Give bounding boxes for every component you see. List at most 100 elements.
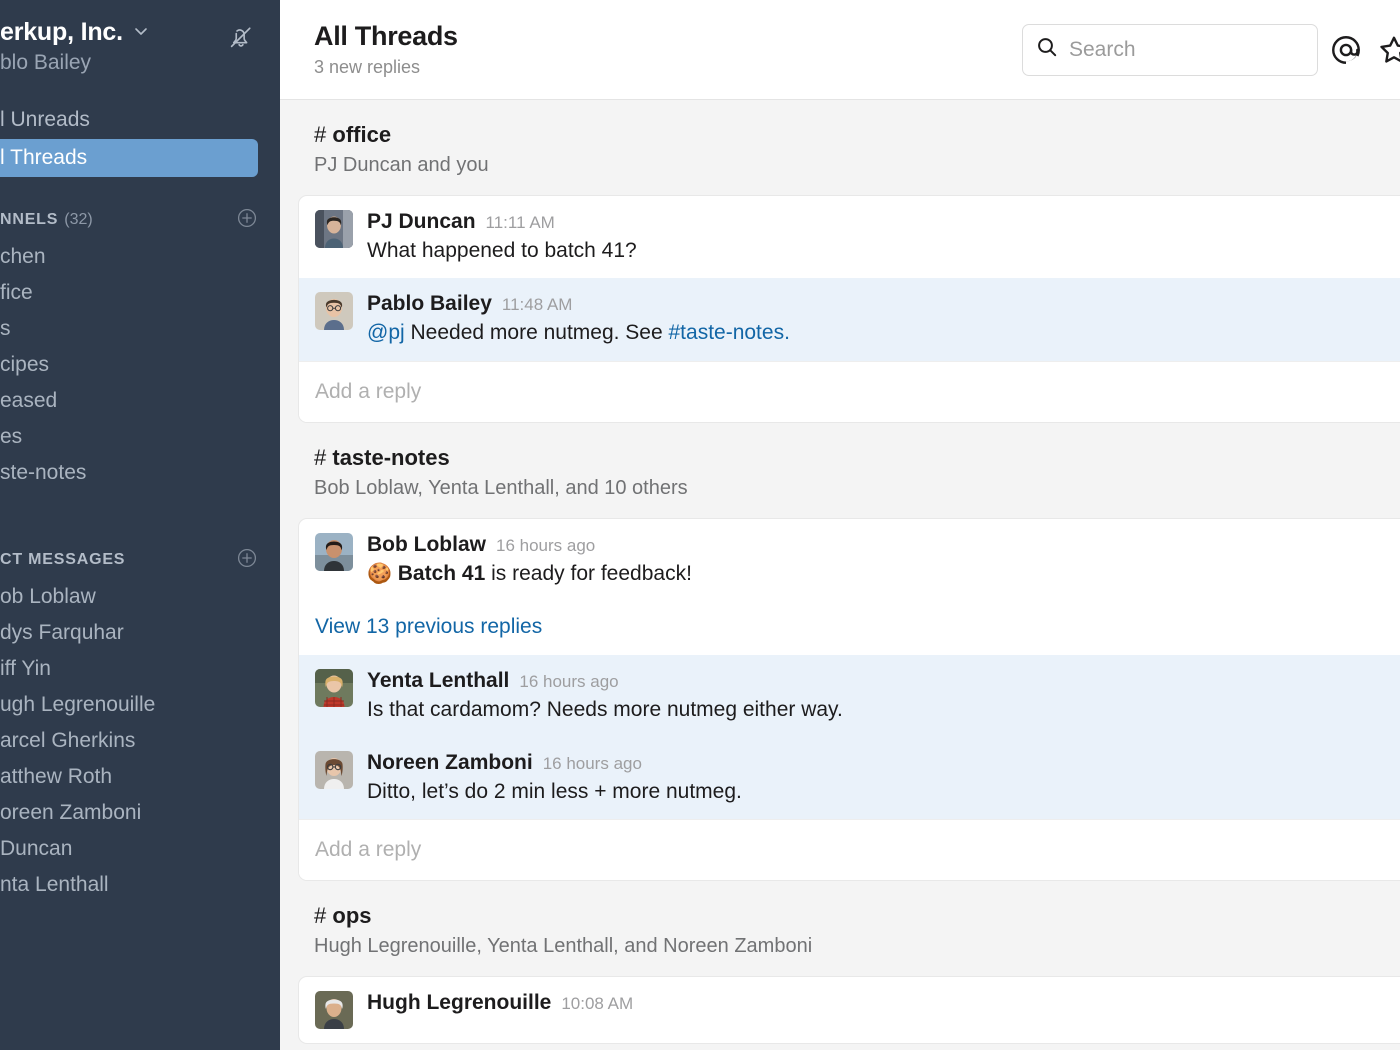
message-body: Yenta Lenthall 16 hours ago Is that card… bbox=[367, 669, 1384, 723]
sidebar-dm-item[interactable]: dys Farquhar bbox=[0, 615, 280, 651]
dms-section-header[interactable]: CT MESSAGES bbox=[0, 547, 280, 573]
dm-label: Duncan bbox=[0, 837, 73, 860]
thread-channel-name[interactable]: # office bbox=[314, 122, 1400, 148]
sidebar-nav: l Unreads l Threads bbox=[0, 101, 280, 177]
thread-header[interactable]: # office PJ Duncan and you bbox=[280, 122, 1400, 177]
workspace-header[interactable]: erkup, Inc. blo Bailey bbox=[0, 0, 280, 75]
sidebar-channel-item[interactable]: es bbox=[0, 419, 280, 455]
message-row[interactable]: PJ Duncan 11:11 AM What happened to batc… bbox=[299, 196, 1400, 278]
at-mention-icon[interactable] bbox=[1318, 22, 1374, 78]
slack-app-window: erkup, Inc. blo Bailey l Unreads l Threa… bbox=[0, 0, 1400, 1050]
message-author[interactable]: Hugh Legrenouille bbox=[367, 991, 551, 1015]
thread-group: # ops Hugh Legrenouille, Yenta Lenthall,… bbox=[280, 881, 1400, 1045]
thread-header[interactable]: # taste-notes Bob Loblaw, Yenta Lenthall… bbox=[280, 445, 1400, 500]
channel-link[interactable]: #taste-notes. bbox=[669, 321, 790, 344]
message-row[interactable]: Noreen Zamboni 16 hours ago Ditto, let’s… bbox=[299, 737, 1400, 820]
chevron-down-icon[interactable] bbox=[133, 23, 149, 43]
channel-label: s bbox=[0, 317, 11, 340]
message-meta: Noreen Zamboni 16 hours ago bbox=[367, 751, 1384, 775]
topbar-actions bbox=[1022, 22, 1400, 78]
dm-label: ob Loblaw bbox=[0, 585, 96, 608]
message-author[interactable]: Noreen Zamboni bbox=[367, 751, 533, 775]
message-row[interactable]: Hugh Legrenouille 10:08 AM bbox=[299, 977, 1400, 1043]
avatar bbox=[315, 210, 353, 248]
sidebar-dm-item[interactable]: ob Loblaw bbox=[0, 579, 280, 615]
message-author[interactable]: Bob Loblaw bbox=[367, 533, 486, 557]
page-subtitle: 3 new replies bbox=[314, 57, 421, 77]
dms-list: ob Loblaw dys Farquhar iff Yin ugh Legre… bbox=[0, 579, 280, 903]
thread-card: PJ Duncan 11:11 AM What happened to batc… bbox=[298, 195, 1400, 423]
sidebar-channel-item[interactable]: ste-notes bbox=[0, 455, 280, 491]
mention-link[interactable]: @pj bbox=[367, 321, 405, 344]
sidebar-channel-item[interactable]: chen bbox=[0, 239, 280, 275]
sidebar-dm-item[interactable]: ugh Legrenouille bbox=[0, 687, 280, 723]
avatar bbox=[315, 668, 353, 707]
message-author[interactable]: PJ Duncan bbox=[367, 210, 476, 234]
dm-label: atthew Roth bbox=[0, 765, 113, 788]
message-row[interactable]: Bob Loblaw 16 hours ago 🍪 Batch 41 is re… bbox=[299, 519, 1400, 601]
add-reply-input[interactable]: Add a reply bbox=[299, 819, 1400, 881]
search-input[interactable] bbox=[1069, 37, 1299, 62]
add-reply-input[interactable]: Add a reply bbox=[299, 360, 1400, 422]
add-reply-placeholder: Add a reply bbox=[315, 379, 422, 403]
message-body: Bob Loblaw 16 hours ago 🍪 Batch 41 is re… bbox=[367, 533, 1384, 587]
threads-scroll-area[interactable]: # office PJ Duncan and you PJ Duncan 11:… bbox=[280, 100, 1400, 1050]
star-icon[interactable] bbox=[1374, 22, 1400, 78]
top-bar: All Threads 3 new replies bbox=[280, 0, 1400, 100]
view-previous-replies-link[interactable]: View 13 previous replies bbox=[299, 601, 1400, 655]
bell-muted-icon[interactable] bbox=[224, 20, 258, 54]
add-reply-placeholder: Add a reply bbox=[315, 838, 422, 862]
cookie-emoji: 🍪 bbox=[367, 562, 392, 585]
message-text: Ditto, let’s do 2 min less + more nutmeg… bbox=[367, 780, 742, 803]
channels-section-header[interactable]: NNELS (32) bbox=[0, 207, 280, 233]
sidebar-channel-item[interactable]: eased bbox=[0, 383, 280, 419]
plus-circle-icon[interactable] bbox=[236, 207, 258, 234]
thread-channel-name[interactable]: # ops bbox=[314, 903, 1400, 929]
sidebar-dm-item[interactable]: Duncan bbox=[0, 831, 280, 867]
sidebar-item-label: l Unreads bbox=[0, 108, 90, 131]
sidebar-dm-item[interactable]: oreen Zamboni bbox=[0, 795, 280, 831]
plus-circle-icon[interactable] bbox=[236, 547, 258, 574]
message-meta: PJ Duncan 11:11 AM bbox=[367, 210, 1384, 234]
thread-header[interactable]: # ops Hugh Legrenouille, Yenta Lenthall,… bbox=[280, 903, 1400, 958]
message-body: PJ Duncan 11:11 AM What happened to batc… bbox=[367, 210, 1384, 264]
message-timestamp: 11:11 AM bbox=[485, 213, 555, 232]
search-icon bbox=[1035, 35, 1059, 64]
thread-card: Bob Loblaw 16 hours ago 🍪 Batch 41 is re… bbox=[298, 517, 1400, 882]
sidebar-dm-item[interactable]: atthew Roth bbox=[0, 759, 280, 795]
sidebar-dm-item[interactable]: iff Yin bbox=[0, 651, 280, 687]
sidebar-dm-item[interactable]: arcel Gherkins bbox=[0, 723, 280, 759]
avatar bbox=[315, 292, 353, 331]
message-text-rest: is ready for feedback! bbox=[485, 561, 692, 585]
sidebar-dm-item[interactable]: nta Lenthall bbox=[0, 867, 280, 903]
workspace-name: erkup, Inc. bbox=[0, 18, 123, 46]
sidebar-channel-item[interactable]: s bbox=[0, 311, 280, 347]
search-box[interactable] bbox=[1022, 23, 1318, 76]
topbar-titles: All Threads 3 new replies bbox=[314, 21, 458, 78]
message-meta: Hugh Legrenouille 10:08 AM bbox=[367, 991, 1384, 1015]
thread-group: # taste-notes Bob Loblaw, Yenta Lenthall… bbox=[280, 423, 1400, 882]
message-row[interactable]: Pablo Bailey 11:48 AM @pj Needed more nu… bbox=[299, 278, 1400, 361]
message-body: Hugh Legrenouille 10:08 AM bbox=[367, 991, 1384, 1029]
sidebar-channel-item[interactable]: fice bbox=[0, 275, 280, 311]
message-author[interactable]: Pablo Bailey bbox=[367, 292, 492, 316]
sidebar-item-threads[interactable]: l Threads bbox=[0, 139, 258, 177]
channel-label: chen bbox=[0, 245, 46, 268]
message-body: Pablo Bailey 11:48 AM @pj Needed more nu… bbox=[367, 292, 1384, 346]
thread-members: PJ Duncan and you bbox=[314, 154, 489, 176]
thread-members: Hugh Legrenouille, Yenta Lenthall, and N… bbox=[314, 935, 813, 958]
avatar bbox=[315, 991, 353, 1030]
message-timestamp: 11:48 AM bbox=[501, 295, 573, 315]
message-row[interactable]: Yenta Lenthall 16 hours ago Is that card… bbox=[299, 654, 1400, 737]
sidebar-channel-item[interactable]: cipes bbox=[0, 347, 280, 383]
message-timestamp: 16 hours ago bbox=[519, 671, 619, 691]
message-text: Is that cardamom? Needs more nutmeg eith… bbox=[367, 697, 843, 721]
channels-section-label: NNELS bbox=[0, 211, 59, 228]
sidebar-item-unreads[interactable]: l Unreads bbox=[0, 101, 280, 139]
message-timestamp: 16 hours ago bbox=[496, 535, 596, 555]
dms-section-label: CT MESSAGES bbox=[0, 551, 126, 568]
main-panel: All Threads 3 new replies Search # offic… bbox=[280, 0, 1400, 1050]
message-author[interactable]: Yenta Lenthall bbox=[367, 669, 509, 693]
dm-label: nta Lenthall bbox=[0, 873, 109, 896]
thread-channel-name[interactable]: # taste-notes bbox=[314, 445, 1400, 471]
